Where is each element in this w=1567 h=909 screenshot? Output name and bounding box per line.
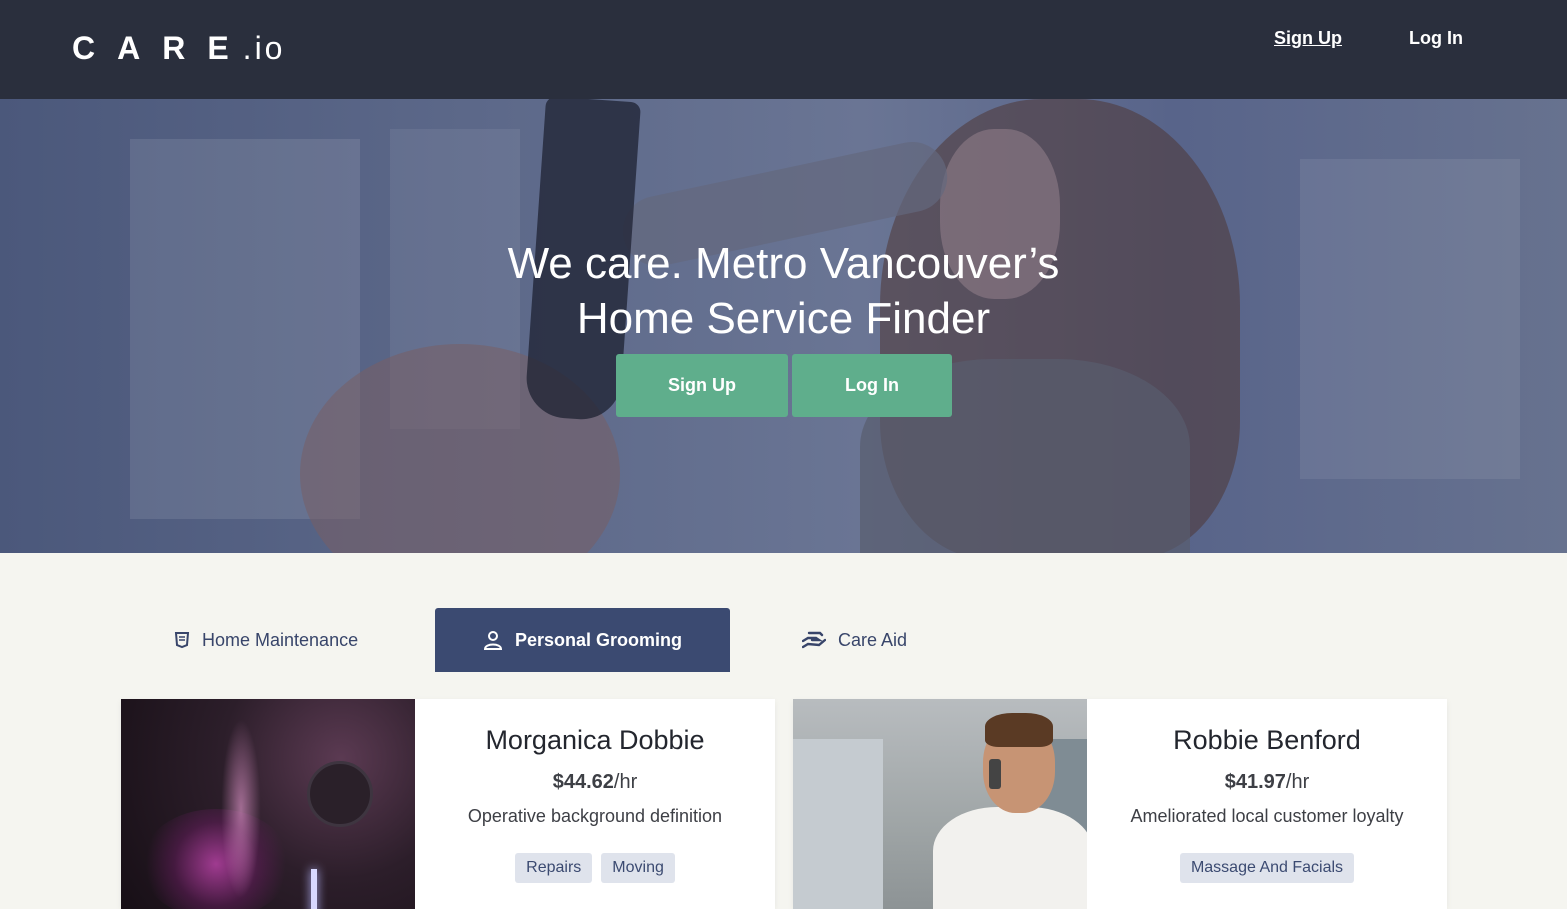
tab-label: Care Aid — [838, 629, 908, 650]
provider-card[interactable]: Robbie Benford $41.97/hr Ameliorated loc… — [793, 699, 1447, 909]
provider-rate: $44.62/hr — [415, 771, 775, 794]
nav-signup-link[interactable]: Sign Up — [1274, 28, 1342, 49]
hero-title-line1: We care. Metro Vancouver’s — [507, 239, 1060, 288]
provider-info: Morganica Dobbie $44.62/hr Operative bac… — [415, 699, 775, 909]
rate-value: $44.62 — [552, 771, 614, 793]
tab-personal-grooming[interactable]: Personal Grooming — [435, 608, 730, 672]
logo-tld: .io — [242, 30, 286, 66]
rate-unit: /hr — [613, 771, 638, 793]
service-tag: Massage And Facials — [1179, 853, 1355, 883]
provider-card[interactable]: Morganica Dobbie $44.62/hr Operative bac… — [121, 699, 775, 909]
hero-title-line2: Home Service Finder — [576, 294, 991, 343]
provider-tags: Massage And Facials — [1087, 853, 1447, 883]
hero-banner: We care. Metro Vancouver’s Home Service … — [0, 99, 1567, 553]
provider-photo — [793, 699, 1087, 909]
person-icon — [483, 631, 502, 650]
provider-tags: Repairs Moving — [415, 853, 775, 883]
provider-description: Operative background definition — [467, 806, 723, 826]
provider-name: Robbie Benford — [1173, 725, 1361, 755]
provider-description: Ameliorated local customer loyalty — [1130, 806, 1404, 826]
tab-label: Personal Grooming — [514, 629, 683, 650]
hero-login-button[interactable]: Log In — [792, 354, 952, 417]
shield-icon — [174, 632, 190, 649]
provider-name: Morganica Dobbie — [485, 725, 705, 755]
hero-signup-button[interactable]: Sign Up — [616, 354, 788, 417]
provider-photo — [121, 699, 415, 909]
hero-title: We care. Metro Vancouver’s Home Service … — [0, 236, 1567, 346]
nav-login-link[interactable]: Log In — [1409, 28, 1463, 49]
tab-care-aid[interactable]: Care Aid — [802, 608, 907, 672]
logo[interactable]: CARE .io — [72, 30, 285, 67]
logo-main: CARE — [72, 30, 251, 66]
top-nav: CARE .io Sign Up Log In — [0, 0, 1567, 99]
service-tag: Repairs — [515, 853, 593, 883]
provider-rate: $41.97/hr — [1087, 771, 1447, 794]
rate-unit: /hr — [1285, 771, 1310, 793]
hand-holding-icon — [802, 631, 826, 649]
tab-label: Home Maintenance — [202, 629, 359, 650]
rate-value: $41.97 — [1224, 771, 1286, 793]
provider-info: Robbie Benford $41.97/hr Ameliorated loc… — [1087, 699, 1447, 909]
service-tag: Moving — [601, 853, 675, 883]
tab-home-maintenance[interactable]: Home Maintenance — [174, 608, 358, 672]
